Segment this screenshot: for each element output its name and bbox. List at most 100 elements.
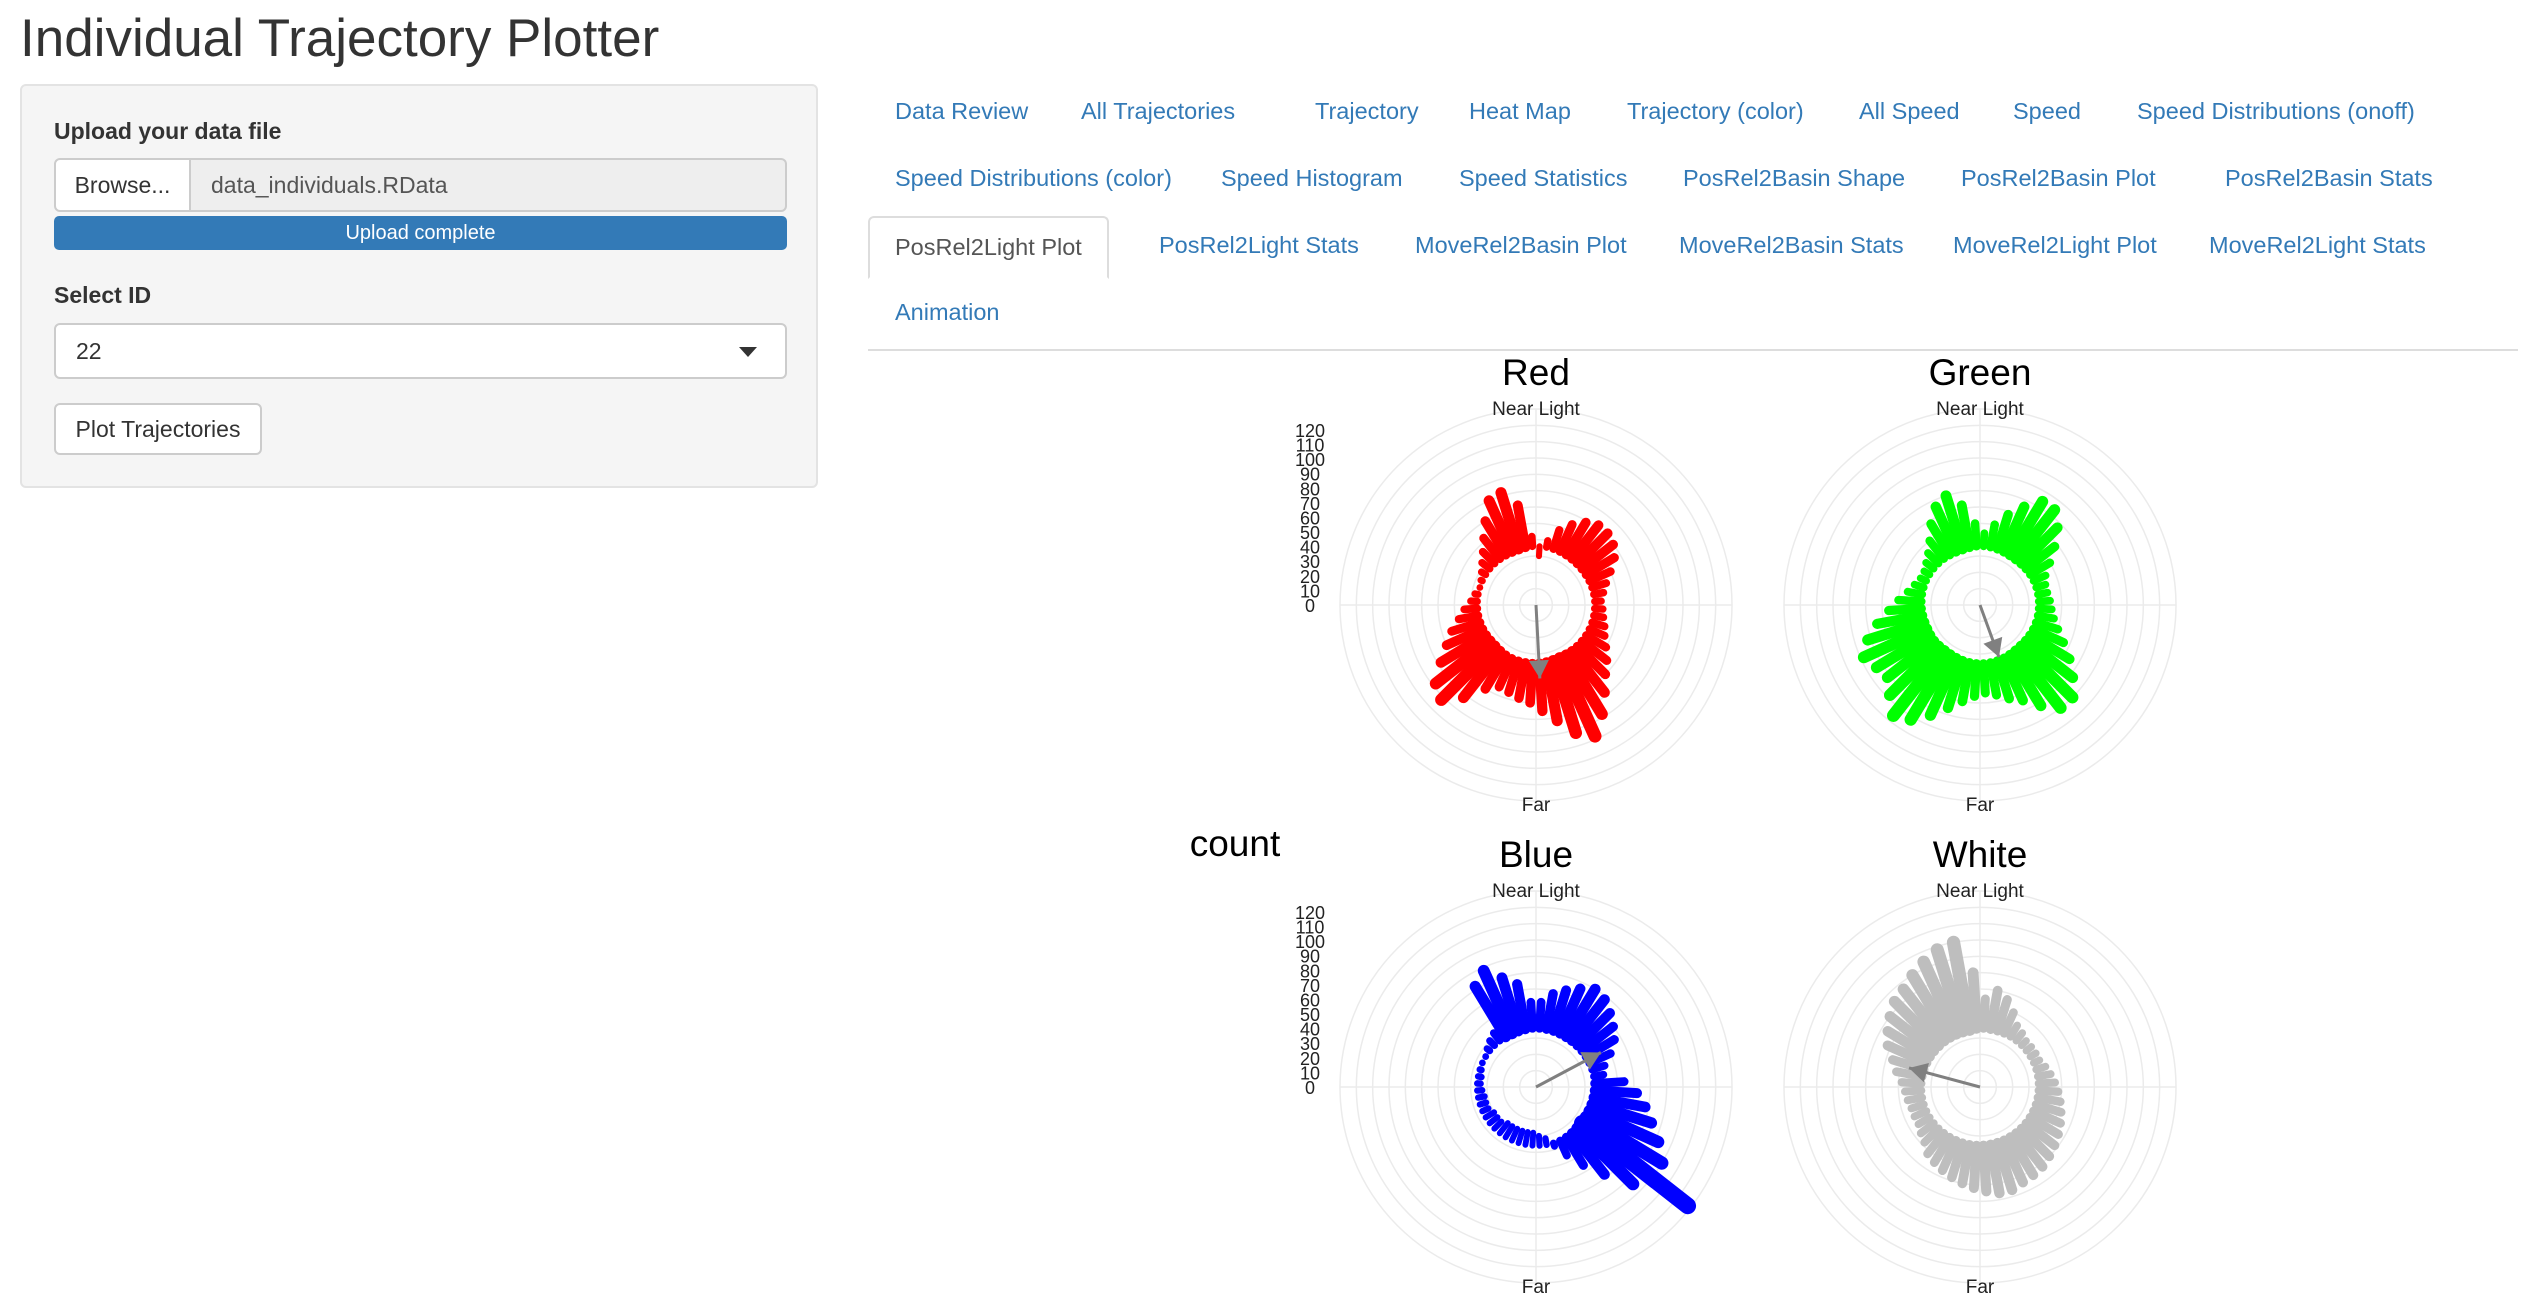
bar-blue <box>1474 1093 1488 1101</box>
tab-all-trajectories[interactable]: All Trajectories <box>1054 82 1262 141</box>
bar-white <box>2033 1070 2055 1081</box>
bar-white <box>2017 1037 2030 1050</box>
bar-green <box>1903 587 1927 599</box>
app-title: Individual Trajectory Plotter <box>20 9 660 68</box>
r-tick-label: 120 <box>1295 421 1325 441</box>
bar-red <box>1477 576 1486 585</box>
bar-red <box>1454 611 1483 624</box>
bar-green <box>1916 574 1931 585</box>
bar-blue <box>1479 1105 1492 1115</box>
bar-red <box>1542 537 1552 551</box>
bar-green <box>1969 659 1982 701</box>
tab-posrel2basin-shape[interactable]: PosRel2Basin Shape <box>1656 149 1932 208</box>
bar-green <box>2029 571 2050 585</box>
bar-green <box>2033 611 2058 623</box>
tab-trajectory[interactable]: Trajectory <box>1288 82 1446 141</box>
tab-moverel2basin-plot[interactable]: MoveRel2Basin Plot <box>1388 216 1654 275</box>
panel-title-red: Red <box>1502 352 1570 393</box>
file-name-field[interactable]: data_individuals.RData <box>191 158 787 212</box>
tab-animation[interactable]: Animation <box>868 283 1027 342</box>
bar-blue <box>1542 1135 1550 1149</box>
bar-white <box>1968 1140 1982 1194</box>
bar-blue <box>1535 997 1546 1033</box>
tab-posrel2light-stats[interactable]: PosRel2Light Stats <box>1132 216 1386 275</box>
near-light-label: Near Light <box>1492 399 1580 420</box>
tab-bar: Data Review All Trajectories Trajectory … <box>868 82 2518 350</box>
bar-blue <box>1483 1045 1494 1055</box>
bar-green <box>2034 588 2052 599</box>
bar-white <box>2034 1078 2060 1088</box>
select-id-label: Select ID <box>54 282 152 308</box>
polar-plot: RedNear LightFar010203040506070809010011… <box>1190 352 2177 1298</box>
bar-blue <box>1589 1085 1643 1099</box>
bar-blue <box>1515 1127 1526 1147</box>
plot-trajectories-button[interactable]: Plot Trajectories <box>54 403 262 455</box>
bar-blue <box>1549 1139 1558 1150</box>
tab-moverel2light-plot[interactable]: MoveRel2Light Plot <box>1926 216 2184 275</box>
bar-white <box>2029 1056 2044 1067</box>
far-label: Far <box>1966 1277 1995 1298</box>
bar-white <box>1967 967 1982 1034</box>
tab-moverel2light-stats[interactable]: MoveRel2Light Stats <box>2182 216 2453 275</box>
bar-green <box>1884 603 1926 616</box>
bar-green <box>1985 658 2002 700</box>
bar-white <box>1903 1093 1927 1105</box>
panel-title-green: Green <box>1929 352 2032 393</box>
bar-red <box>1588 618 1609 631</box>
bar-red <box>1525 658 1538 708</box>
bar-blue <box>1476 1099 1490 1108</box>
bar-white <box>1910 1107 1931 1121</box>
bar-blue <box>1491 1118 1505 1132</box>
tab-posrel2light-plot[interactable]: PosRel2Light Plot <box>868 216 1109 280</box>
bar-green <box>1920 567 1934 579</box>
bar-white <box>2022 1043 2036 1055</box>
upload-progress-bar: Upload complete <box>54 216 787 250</box>
bar-white <box>1979 994 1990 1033</box>
panel-title-white: White <box>1933 834 2028 875</box>
bar-white <box>2034 1086 2063 1096</box>
browse-button[interactable]: Browse... <box>54 158 191 212</box>
bar-red <box>1460 604 1482 614</box>
tab-data-review[interactable]: Data Review <box>868 82 1055 141</box>
bar-red <box>1535 543 1543 560</box>
bar-red <box>1588 579 1611 592</box>
bar-green <box>1910 580 1928 592</box>
chevron-down-icon[interactable] <box>739 347 757 357</box>
r-tick-label: 120 <box>1295 903 1325 923</box>
bar-red <box>1477 568 1490 579</box>
bar-green <box>1970 519 1981 551</box>
bar-red <box>1528 532 1537 551</box>
near-light-label: Near Light <box>1492 881 1580 902</box>
tab-speed-histogram[interactable]: Speed Histogram <box>1194 149 1430 208</box>
bar-green <box>1894 595 1926 606</box>
tab-speed-statistics[interactable]: Speed Statistics <box>1432 149 1655 208</box>
bar-white <box>1907 1100 1928 1113</box>
sidebar-panel: Upload your data file Browse... data_ind… <box>20 84 818 488</box>
bar-green <box>1986 520 1999 552</box>
bar-white <box>2033 1093 2065 1106</box>
tab-posrel2basin-stats[interactable]: PosRel2Basin Stats <box>2198 149 2460 208</box>
tab-speed[interactable]: Speed <box>1986 82 2108 141</box>
file-input-group: Browse... data_individuals.RData <box>54 158 787 212</box>
tab-speed-distributions-color[interactable]: Speed Distributions (color) <box>868 149 1199 208</box>
tab-trajectory-color[interactable]: Trajectory (color) <box>1600 82 1831 141</box>
id-select[interactable]: 22 <box>54 323 787 379</box>
tab-moverel2basin-stats[interactable]: MoveRel2Basin Stats <box>1652 216 1931 275</box>
near-light-label: Near Light <box>1936 881 2024 902</box>
near-light-label: Near Light <box>1936 399 2024 420</box>
bar-blue <box>1474 1073 1485 1081</box>
tab-heat-map[interactable]: Heat Map <box>1442 82 1598 141</box>
bar-green <box>2032 580 2050 592</box>
bar-blue <box>1522 1129 1531 1148</box>
bar-red <box>1478 558 1494 573</box>
bar-blue <box>1590 1070 1608 1081</box>
bar-white <box>2026 1049 2040 1061</box>
bar-blue <box>1535 1132 1543 1149</box>
bar-white <box>1897 1078 1926 1088</box>
bar-green <box>1922 558 1938 573</box>
bar-white <box>1978 1140 1992 1197</box>
tab-all-speed[interactable]: All Speed <box>1832 82 1987 141</box>
tab-speed-distributions-onoff[interactable]: Speed Distributions (onoff) <box>2110 82 2442 141</box>
tab-posrel2basin-plot[interactable]: PosRel2Basin Plot <box>1934 149 2183 208</box>
bar-white <box>2012 1029 2027 1045</box>
